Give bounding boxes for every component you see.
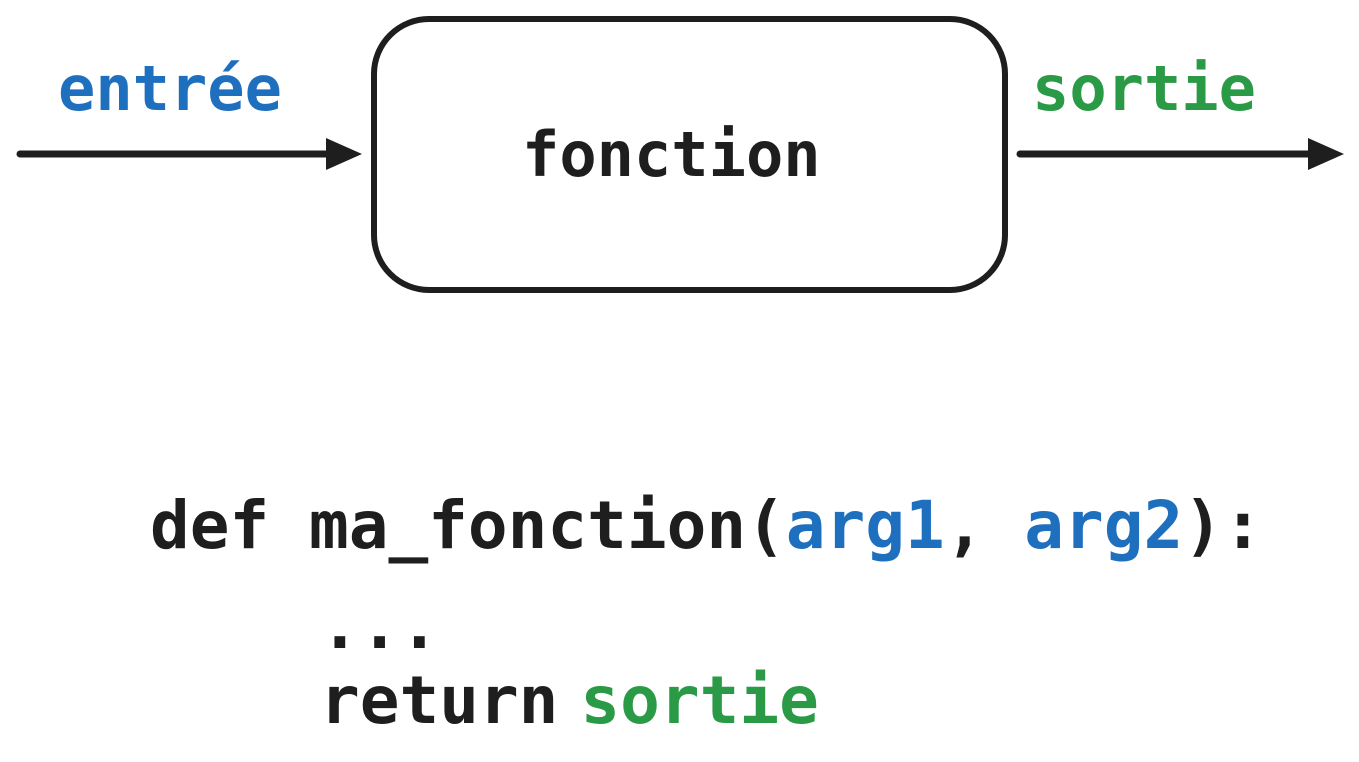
ellipsis: ... [320, 587, 440, 664]
input-arrow [16, 138, 362, 170]
output-arrow [1016, 138, 1344, 170]
argument-separator: , [944, 487, 985, 564]
output-label: sortie [1032, 52, 1256, 125]
function-name: ma_fonction( [308, 487, 786, 564]
code-line-ellipsis: ... [320, 593, 439, 659]
code-line-def: def ma_fonction(arg1, arg2): [150, 493, 1263, 559]
code-line-return: return sortie [320, 668, 819, 734]
def-keyword: def [150, 487, 270, 564]
argument-2: arg2 [1024, 487, 1184, 564]
input-label: entrée [58, 52, 282, 125]
closing-paren-colon: ): [1183, 487, 1263, 564]
return-value: sortie [580, 662, 819, 739]
return-keyword: return [320, 662, 559, 739]
function-label: fonction [522, 118, 821, 191]
argument-1: arg1 [785, 487, 945, 564]
